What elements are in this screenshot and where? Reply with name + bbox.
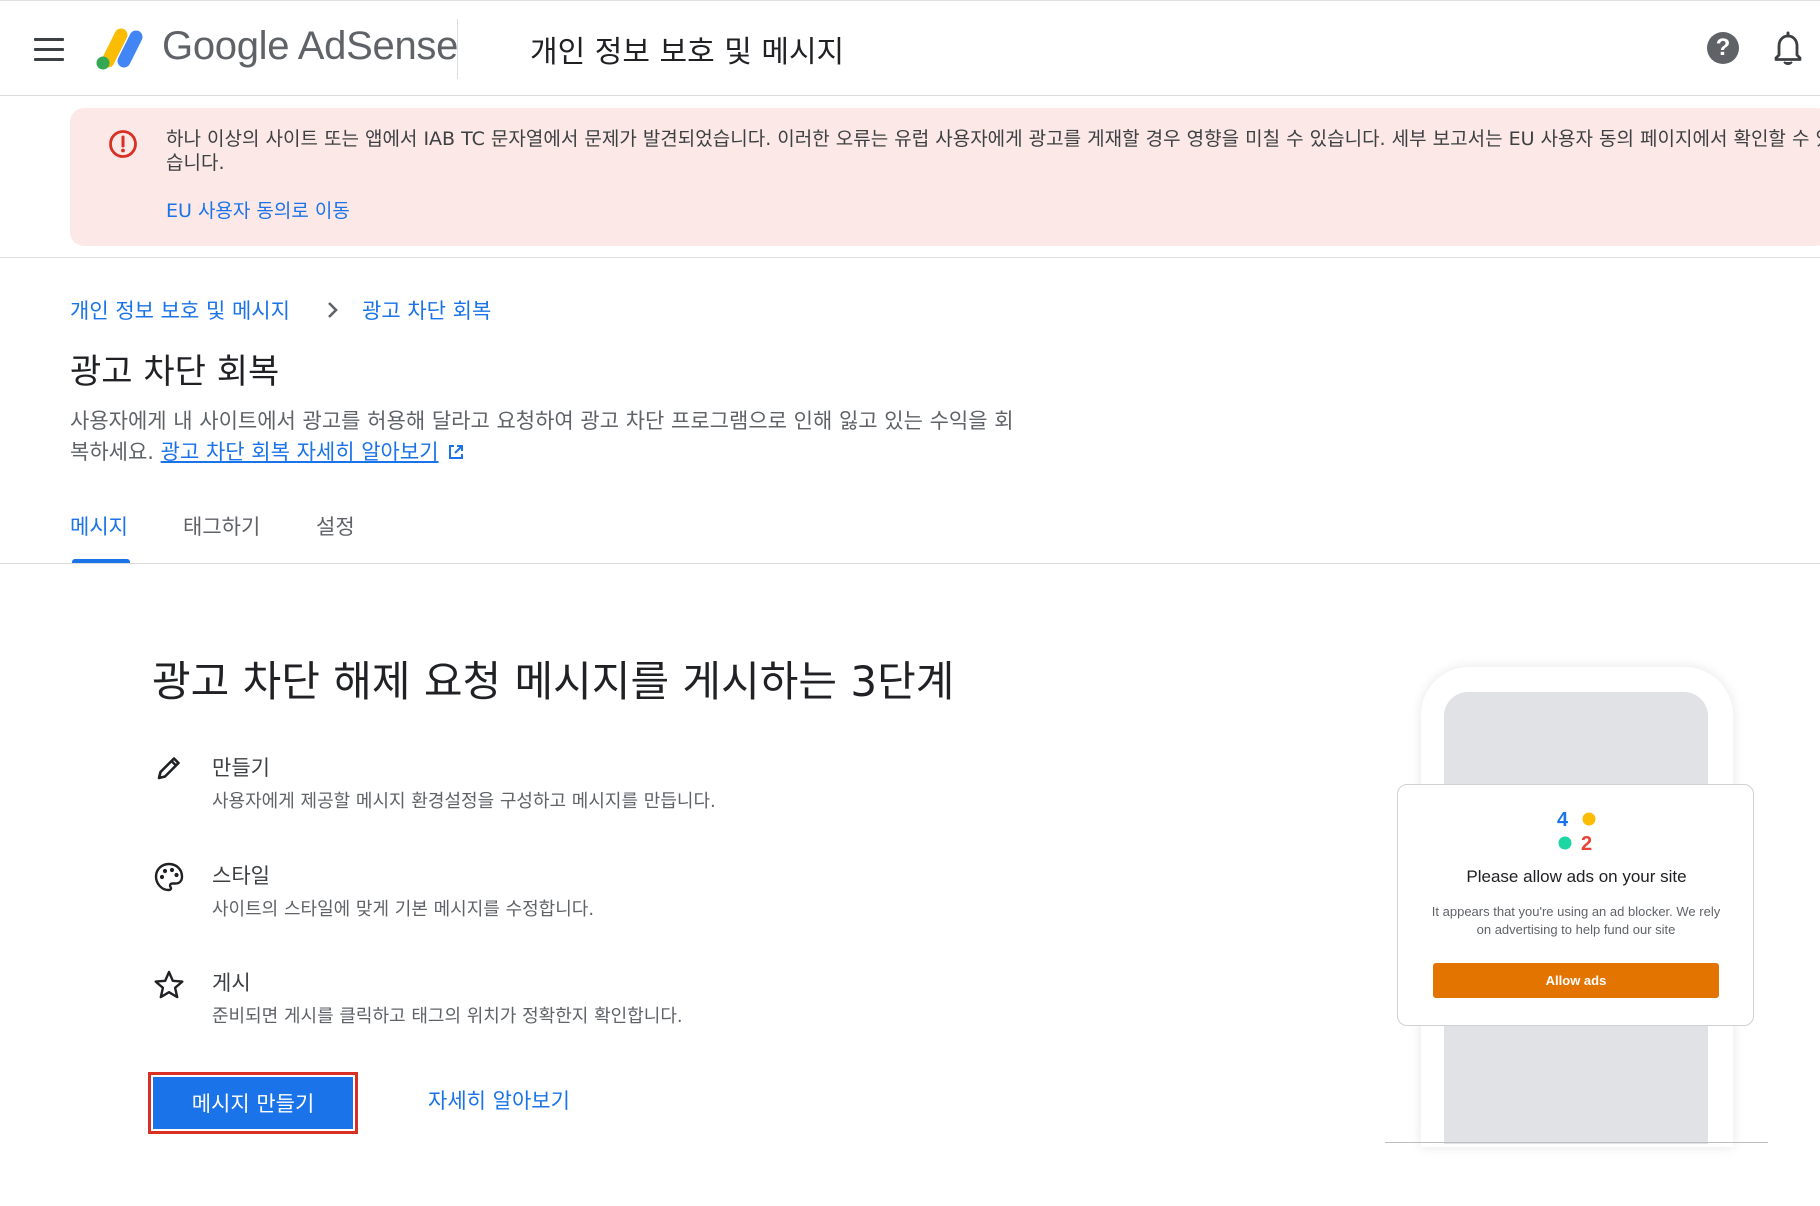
page-section-title: 개인 정보 보호 및 메시지 <box>530 35 845 70</box>
logo-dot-yellow <box>1582 812 1596 826</box>
step-create-description: 사용자에게 제공할 메시지 환경설정을 구성하고 메시지를 만듭니다. <box>212 791 716 812</box>
logo-dot-green <box>1558 836 1572 850</box>
preview-body: It appears that you're using an ad block… <box>1431 904 1721 937</box>
notifications-bell-icon[interactable] <box>1772 31 1804 67</box>
breadcrumb-privacy-messaging[interactable]: 개인 정보 보호 및 메시지 <box>70 295 290 325</box>
page-title: 광고 차단 회복 <box>70 352 280 392</box>
tab-settings[interactable]: 설정 <box>316 511 355 541</box>
logo-digit-2: 2 <box>1581 833 1592 853</box>
tabs-divider <box>0 563 1820 564</box>
allow-ads-button: Allow ads <box>1433 963 1719 998</box>
step-create-title: 만들기 <box>212 756 270 780</box>
pencil-icon <box>157 757 180 780</box>
logo-digit-4: 4 <box>1557 809 1569 831</box>
menu-icon-bar <box>34 38 64 41</box>
go-to-eu-consent-link[interactable]: EU 사용자 동의로 이동 <box>166 196 350 223</box>
help-icon[interactable]: ? <box>1707 32 1739 64</box>
step-style-title: 스타일 <box>212 864 270 888</box>
tab-messages[interactable]: 메시지 <box>70 511 128 541</box>
palette-icon <box>154 862 184 892</box>
menu-icon-bar <box>34 48 64 51</box>
illustration-baseline <box>1385 1142 1768 1143</box>
learn-more-button[interactable]: 자세히 알아보기 <box>428 1085 570 1115</box>
menu-icon-bar <box>34 58 64 61</box>
breadcrumb-ad-blocking-recovery[interactable]: 광고 차단 회복 <box>362 295 491 325</box>
main-menu-button[interactable] <box>34 38 64 61</box>
section-divider <box>0 257 1820 258</box>
error-icon <box>109 130 137 158</box>
learn-more-ad-recovery-link[interactable]: 광고 차단 회복 자세히 알아보기 <box>161 440 439 464</box>
step-publish-description: 준비되면 게시를 클릭하고 태그의 위치가 정확한지 확인합니다. <box>212 1006 683 1027</box>
chevron-right-icon <box>328 302 338 318</box>
create-message-button[interactable]: 메시지 만들기 <box>148 1072 358 1134</box>
adsense-logo-icon <box>96 28 143 70</box>
top-app-bar: Google AdSense 개인 정보 보호 및 메시지 ? <box>0 0 1820 96</box>
step-publish-title: 게시 <box>212 971 251 995</box>
iab-tc-error-banner: 하나 이상의 사이트 또는 앱에서 IAB TC 문자열에서 문제가 발견되었습… <box>70 108 1820 246</box>
preview-title: Please allow ads on your site <box>1466 867 1687 886</box>
star-icon <box>154 970 184 999</box>
tab-tagging[interactable]: 태그하기 <box>183 511 260 541</box>
step-style-description: 사이트의 스타일에 맞게 기본 메시지를 수정합니다. <box>212 899 595 920</box>
steps-heading: 광고 차단 해제 요청 메시지를 게시하는 3단계 <box>152 657 955 706</box>
alert-message: 하나 이상의 사이트 또는 앱에서 IAB TC 문자열에서 문제가 발견되었습… <box>166 128 1820 174</box>
open-in-new-icon[interactable] <box>447 443 465 461</box>
adsense-logo-text[interactable]: Google AdSense <box>162 24 458 69</box>
funding-choices-logo-icon: 4 2 <box>1557 809 1596 853</box>
page-description: 사용자에게 내 사이트에서 광고를 허용해 달라고 요청하여 광고 차단 프로그… <box>70 406 1030 468</box>
header-divider <box>457 19 458 79</box>
ad-allow-message-preview: 4 2 Please allow ads on your site It app… <box>1397 784 1754 1026</box>
